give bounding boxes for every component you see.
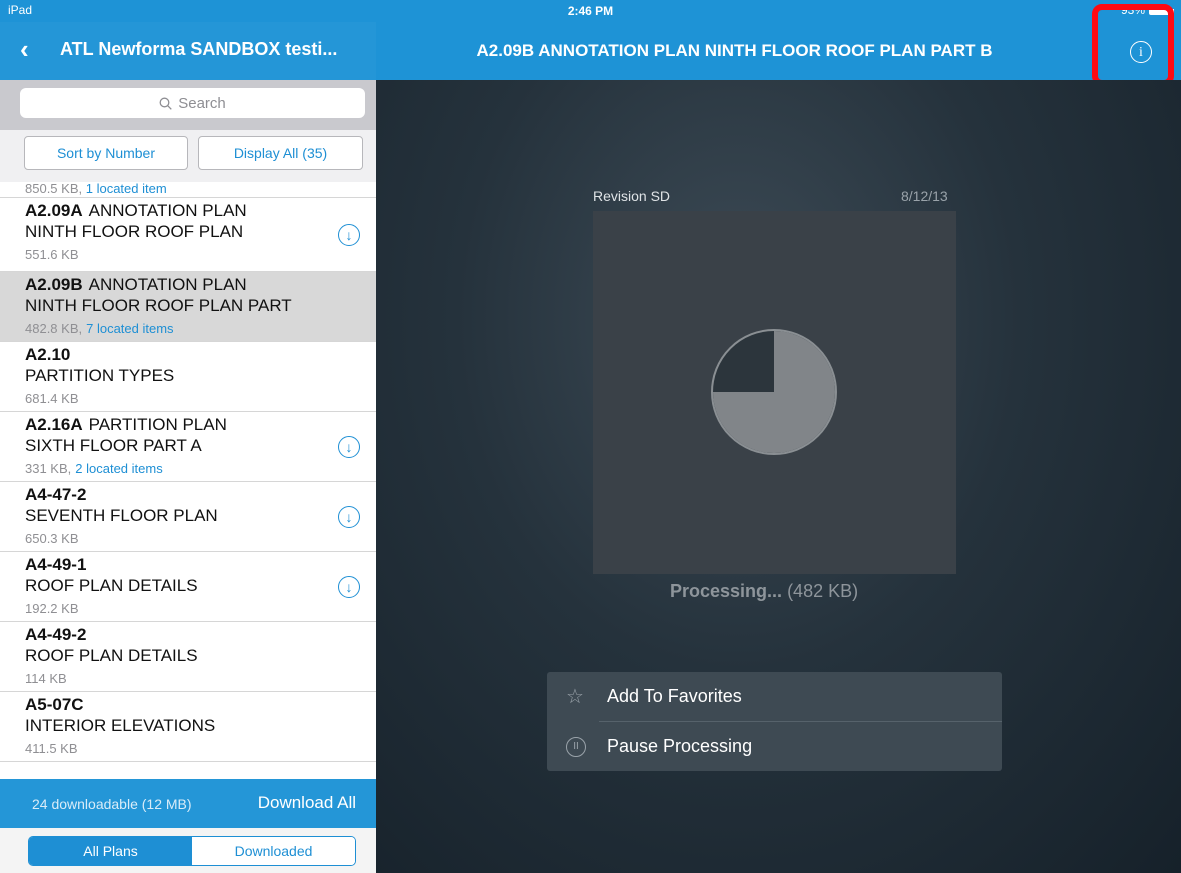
project-title: ATL Newforma SANDBOX testi...	[60, 39, 338, 59]
sheet-name-line: SIXTH FLOOR PART A	[25, 436, 202, 455]
processing-label: Processing...	[670, 581, 783, 601]
sort-button[interactable]: Sort by Number	[24, 136, 188, 170]
sheet-number: A2.16A	[25, 415, 83, 434]
sheet-number: A2.09B	[25, 275, 83, 294]
download-footer: 24 downloadable (12 MB) Download All	[0, 779, 376, 828]
download-all-button[interactable]: Download All	[258, 793, 356, 813]
list-item[interactable]: A4-47-2 SEVENTH FLOOR PLAN 650.3 KB ↓	[0, 482, 376, 552]
file-size: 850.5 KB,	[25, 182, 83, 196]
search-input[interactable]: Search	[20, 88, 365, 118]
top-bar: ‹ ATL Newforma SANDBOX testi... iPad 2:4…	[0, 0, 1181, 86]
segment-all-plans[interactable]: All Plans	[29, 837, 192, 865]
located-items: 2 located items	[75, 461, 163, 476]
list-item-meta: 681.4 KB	[25, 390, 376, 408]
chevron-left-icon[interactable]: ‹	[20, 36, 29, 62]
list-item-meta: 411.5 KB	[25, 740, 376, 758]
sheet-name-line: INTERIOR ELEVATIONS	[25, 716, 216, 735]
sheet-name-line: NINTH FLOOR ROOF PLAN PART	[25, 296, 292, 315]
pause-icon: II	[566, 736, 586, 757]
sheet-title-line: A4-49-2	[25, 624, 376, 645]
list-item-meta: 850.5 KB, 1 located item	[25, 182, 376, 198]
sheet-title-line: A5-07C	[25, 694, 376, 715]
segmented-control: All Plans Downloaded	[28, 836, 356, 866]
sheet-title-line: A2.09B ANNOTATION PLAN	[25, 274, 376, 295]
located-items: 1 located item	[85, 182, 167, 196]
list-item[interactable]: A4-49-2 ROOF PLAN DETAILS 114 KB	[0, 622, 376, 692]
search-bar: Search	[0, 80, 376, 130]
download-icon[interactable]: ↓	[338, 224, 360, 246]
list-item-meta: 114 KB	[25, 670, 376, 688]
search-placeholder: Search	[178, 94, 226, 112]
list-item[interactable]: A4-49-1 ROOF PLAN DETAILS 192.2 KB ↓	[0, 552, 376, 622]
sheet-title: A2.09B ANNOTATION PLAN NINTH FLOOR ROOF …	[476, 41, 993, 60]
list-item[interactable]: A5-07C INTERIOR ELEVATIONS 411.5 KB	[0, 692, 376, 762]
segment-downloaded[interactable]: Downloaded	[192, 837, 355, 865]
pause-processing-button[interactable]: II Pause Processing	[547, 722, 1002, 771]
sheet-title-line: A2.16A PARTITION PLAN	[25, 414, 376, 435]
sheet-number: A4-49-1	[25, 555, 87, 574]
search-icon	[159, 97, 172, 110]
sheet-name-line: SEVENTH FLOOR PLAN	[25, 506, 218, 525]
plan-filter-segment: All Plans Downloaded	[0, 828, 376, 873]
processing-size: (482 KB)	[787, 581, 859, 601]
revision-date: 8/12/13	[901, 188, 948, 204]
info-icon[interactable]: i	[1130, 41, 1152, 63]
sheet-number: A4-49-2	[25, 625, 87, 644]
sheet-number: A2.10	[25, 345, 71, 364]
status-time: 2:46 PM	[567, 4, 614, 18]
sheet-name-line: PARTITION TYPES	[25, 366, 175, 385]
display-all-button[interactable]: Display All (35)	[198, 136, 363, 170]
list-item-meta: 650.3 KB	[25, 530, 376, 548]
list-item[interactable]: A2.10 PARTITION TYPES 681.4 KB	[0, 342, 376, 412]
list-item[interactable]: A2.09B ANNOTATION PLAN NINTH FLOOR ROOF PL…	[0, 272, 376, 342]
sheet-name: ANNOTATION PLAN	[88, 275, 247, 294]
sheet-number: A5-07C	[25, 695, 84, 714]
star-icon: ☆	[566, 686, 584, 708]
sheet-title-line: A2.09A ANNOTATION PLAN	[25, 200, 376, 221]
list-item-meta: 192.2 KB	[25, 600, 376, 618]
sheet-name: ANNOTATION PLAN	[88, 201, 247, 220]
file-size: 331 KB,	[25, 461, 72, 476]
sheet-detail: Revision SD 8/12/13 Processing... (482 K…	[376, 80, 1181, 873]
add-to-favorites-label: Add To Favorites	[607, 686, 742, 706]
progress-pie	[711, 329, 837, 455]
download-icon[interactable]: ↓	[338, 576, 360, 598]
list-item-meta: 482.8 KB, 7 located items	[25, 320, 376, 338]
sheet-name-line: NINTH FLOOR ROOF PLAN	[25, 222, 244, 241]
list-item-meta: 331 KB, 2 located items	[25, 460, 376, 478]
filter-row: Sort by Number Display All (35)	[0, 130, 376, 182]
list-item-meta: 551.6 KB	[25, 246, 376, 264]
sheet-name-line: ROOF PLAN DETAILS	[25, 646, 198, 665]
sheet-list[interactable]: 850.5 KB, 1 located item A2.09A ANNOTATIO…	[0, 182, 376, 779]
file-size: 681.4 KB	[25, 391, 79, 406]
download-icon[interactable]: ↓	[338, 436, 360, 458]
list-item[interactable]: A2.16A PARTITION PLAN SIXTH FLOOR PART A 33…	[0, 412, 376, 482]
sheet-title-line: A4-47-2	[25, 484, 376, 505]
revision-label: Revision SD	[593, 188, 671, 204]
file-size: 551.6 KB	[25, 247, 79, 262]
located-items: 7 located items	[86, 321, 174, 336]
sheet-name-line: ROOF PLAN DETAILS	[25, 576, 198, 595]
file-size: 192.2 KB	[25, 601, 79, 616]
file-size: 114 KB	[25, 671, 67, 686]
sheet-title-line: A4-49-1	[25, 554, 376, 575]
file-size: 411.5 KB	[25, 741, 78, 756]
sheet-name: PARTITION PLAN	[88, 415, 227, 434]
add-to-favorites-button[interactable]: ☆ Add To Favorites	[547, 672, 1002, 721]
sheet-title-line: A2.10	[25, 344, 376, 365]
list-item-partial[interactable]: 850.5 KB, 1 located item	[0, 182, 376, 198]
downloadable-count: 24 downloadable (12 MB)	[32, 796, 192, 812]
file-size: 650.3 KB	[25, 531, 79, 546]
sheet-sidebar: Search Sort by Number Display All (35) 8…	[0, 80, 376, 873]
action-menu: ☆ Add To Favorites II Pause Processing	[547, 672, 1002, 771]
list-item[interactable]: A2.09A ANNOTATION PLAN NINTH FLOOR ROOF PL…	[0, 198, 376, 272]
pause-processing-label: Pause Processing	[607, 736, 753, 756]
download-icon[interactable]: ↓	[338, 506, 360, 528]
sheet-number: A4-47-2	[25, 485, 87, 504]
sheet-number: A2.09A	[25, 201, 83, 220]
processing-status: Processing... (482 KB)	[670, 581, 858, 602]
file-size: 482.8 KB,	[25, 321, 83, 336]
sidebar-nav-bar: ‹ ATL Newforma SANDBOX testi...	[0, 22, 376, 80]
